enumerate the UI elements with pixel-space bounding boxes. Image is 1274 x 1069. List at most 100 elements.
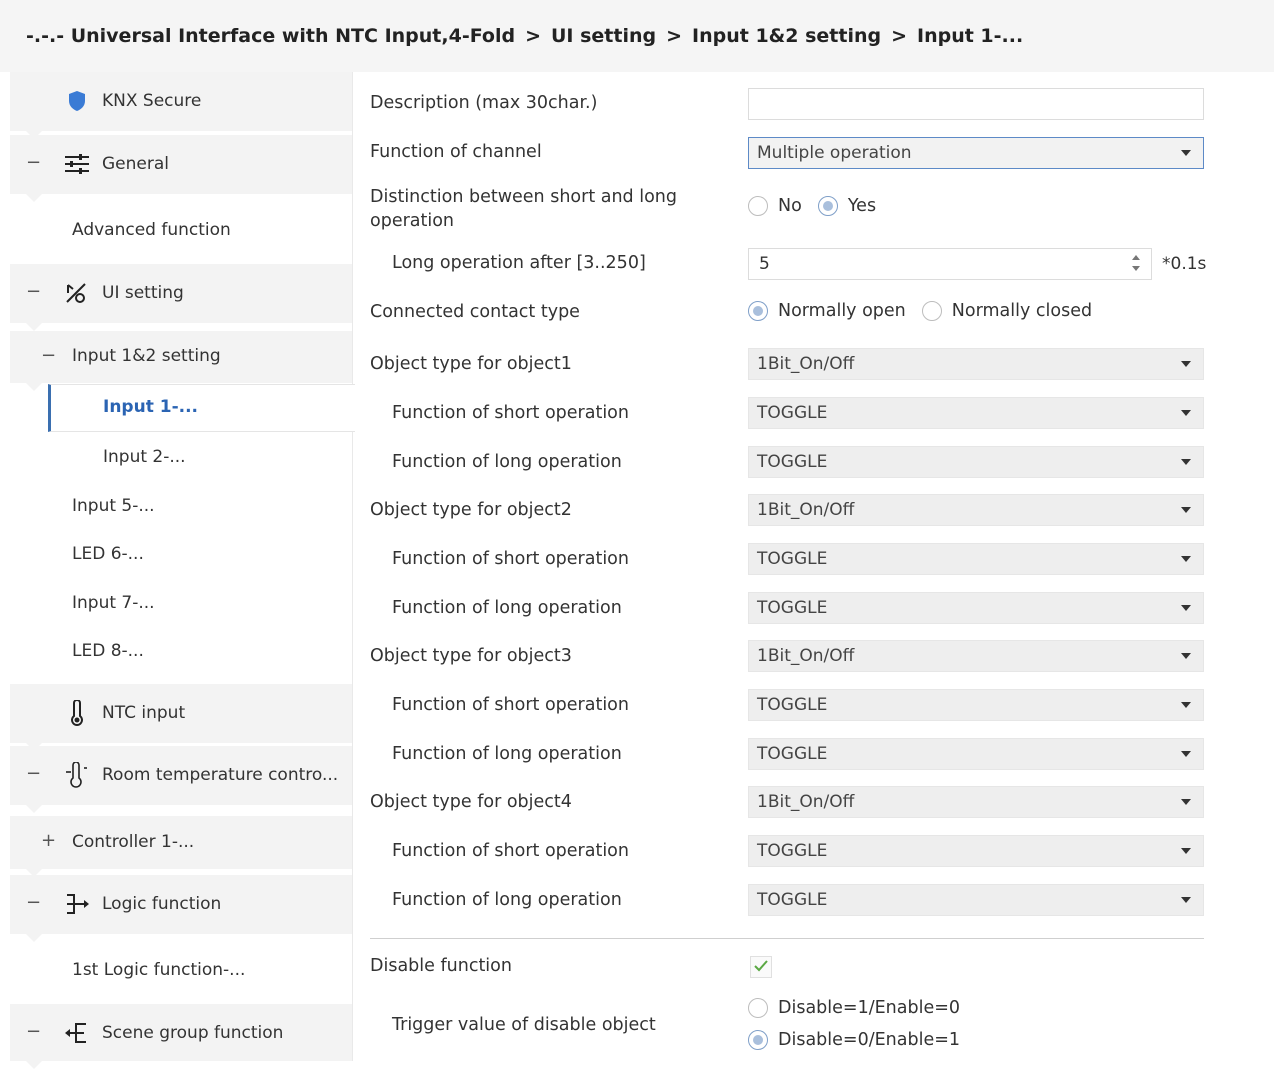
distinction-radio-group: No Yes — [748, 196, 892, 216]
sliders-icon — [64, 151, 90, 177]
short-operation-label: Function of short operation — [392, 695, 629, 715]
function-of-channel-select[interactable]: Multiple operation — [748, 137, 1204, 169]
chevron-down-icon — [1181, 751, 1191, 757]
short-operation-label: Function of short operation — [392, 841, 629, 861]
sidebar-item-label: Input 1&2 setting — [72, 346, 221, 366]
trigger-value-label: Trigger value of disable object — [392, 1015, 656, 1035]
sidebar-item-label: Input 1-... — [103, 397, 199, 417]
radio-circle — [748, 196, 768, 216]
parameter-panel: Description (max 30char.) Function of ch… — [352, 72, 1274, 1061]
select-value: TOGGLE — [757, 695, 828, 715]
sidebar-item-general[interactable]: − General — [10, 135, 352, 202]
object2-type-select[interactable]: 1Bit_On/Off — [748, 494, 1204, 526]
shield-icon — [64, 88, 90, 114]
collapse-toggle[interactable]: − — [26, 281, 41, 302]
expand-toggle[interactable]: + — [41, 830, 56, 851]
section-divider — [370, 938, 1204, 939]
chevron-down-icon — [1181, 702, 1191, 708]
normally-open-radio[interactable]: Normally open — [748, 301, 906, 321]
sidebar-item-input-1[interactable]: Input 1-... — [48, 384, 355, 432]
short-operation-label: Function of short operation — [392, 549, 629, 569]
object2-long-operation-select[interactable]: TOGGLE — [748, 592, 1204, 624]
collapse-toggle[interactable]: − — [26, 892, 41, 913]
breadcrumb-item-ui-setting[interactable]: UI setting — [551, 25, 656, 47]
description-label: Description (max 30char.) — [370, 93, 598, 113]
stepper-arrows[interactable] — [1131, 253, 1141, 275]
object2-short-operation-select[interactable]: TOGGLE — [748, 543, 1204, 575]
object4-type-select[interactable]: 1Bit_On/Off — [748, 786, 1204, 818]
object-type-label: Object type for object1 — [370, 354, 572, 374]
sidebar-item-knx-secure[interactable]: KNX Secure — [10, 72, 352, 139]
sidebar-item-input-7[interactable]: Input 7-... — [10, 581, 352, 627]
chevron-down-icon — [1181, 507, 1191, 513]
chevron-down-icon — [1181, 799, 1191, 805]
breadcrumb-separator: > — [891, 25, 908, 47]
object3-long-operation-select[interactable]: TOGGLE — [748, 738, 1204, 770]
sidebar-item-label: Room temperature contro... — [102, 765, 339, 785]
radio-circle — [748, 998, 768, 1018]
function-of-channel-label: Function of channel — [370, 142, 542, 162]
long-operation-label: Long operation after [3..250] — [392, 253, 646, 273]
collapse-toggle[interactable]: − — [26, 763, 41, 784]
sidebar-item-ntc-input[interactable]: NTC input — [10, 684, 352, 751]
object3-short-operation-select[interactable]: TOGGLE — [748, 689, 1204, 721]
object-type-label: Object type for object3 — [370, 646, 572, 666]
sidebar-item-label: Input 2-... — [103, 447, 186, 467]
chevron-down-icon — [1181, 653, 1191, 659]
sidebar-item-scene-group[interactable]: − Scene group function — [10, 1004, 352, 1069]
object4-short-operation-select[interactable]: TOGGLE — [748, 835, 1204, 867]
sidebar-item-input-5[interactable]: Input 5-... — [10, 484, 352, 530]
sidebar-item-controller-1[interactable]: + Controller 1-... — [10, 816, 352, 877]
sidebar-item-led-6[interactable]: LED 6-... — [10, 532, 352, 578]
collapse-toggle[interactable]: − — [26, 1021, 41, 1042]
sidebar-item-logic-function[interactable]: − Logic function — [10, 875, 352, 942]
select-value: Multiple operation — [757, 143, 912, 163]
radio-circle — [748, 1030, 768, 1050]
sidebar-item-input-1-2-setting[interactable]: − Input 1&2 setting — [10, 331, 352, 391]
chevron-down-icon[interactable] — [1132, 266, 1140, 271]
radio-label: Yes — [847, 196, 877, 216]
object-type-label: Object type for object4 — [370, 792, 572, 812]
select-value: TOGGLE — [757, 549, 828, 569]
sidebar-item-input-2[interactable]: Input 2-... — [10, 435, 352, 481]
chevron-up-icon[interactable] — [1132, 255, 1140, 260]
long-operation-stepper[interactable]: 5 — [748, 248, 1152, 280]
distinction-yes-radio[interactable]: Yes — [817, 196, 877, 216]
disable-function-checkbox[interactable] — [750, 956, 772, 978]
long-operation-function-label: Function of long operation — [392, 744, 622, 764]
sidebar-item-1st-logic-function[interactable]: 1st Logic function-... — [10, 946, 352, 996]
select-value: TOGGLE — [757, 598, 828, 618]
contact-type-radio-group: Normally open Normally closed — [748, 301, 1108, 321]
object1-type-select[interactable]: 1Bit_On/Off — [748, 348, 1204, 380]
trigger-disable1-radio[interactable]: Disable=1/Enable=0 — [748, 998, 960, 1018]
collapse-toggle[interactable]: − — [41, 345, 56, 366]
stepper-value: 5 — [759, 254, 770, 274]
radio-circle — [748, 301, 768, 321]
select-value: 1Bit_On/Off — [757, 646, 855, 666]
radio-circle — [921, 301, 942, 321]
object4-long-operation-select[interactable]: TOGGLE — [748, 884, 1204, 916]
sidebar-item-advanced-function[interactable]: Advanced function — [10, 206, 352, 256]
sidebar-item-ui-setting[interactable]: − UI setting — [10, 264, 352, 331]
breadcrumb-item-input-setting[interactable]: Input 1&2 setting — [692, 25, 881, 47]
select-value: TOGGLE — [757, 841, 828, 861]
sidebar-item-led-8[interactable]: LED 8-... — [10, 629, 352, 675]
object1-long-operation-select[interactable]: TOGGLE — [748, 446, 1204, 478]
radio-label: Normally closed — [951, 301, 1093, 321]
object1-short-operation-select[interactable]: TOGGLE — [748, 397, 1204, 429]
description-input[interactable] — [748, 88, 1204, 120]
object3-type-select[interactable]: 1Bit_On/Off — [748, 640, 1204, 672]
chevron-down-icon — [1181, 605, 1191, 611]
sidebar-item-label: 1st Logic function-... — [72, 960, 246, 980]
distinction-no-radio[interactable]: No — [748, 196, 802, 216]
trigger-disable0-radio[interactable]: Disable=0/Enable=1 — [748, 1030, 960, 1050]
checkmark-icon — [753, 958, 769, 977]
breadcrumb-separator: > — [525, 25, 541, 47]
collapse-toggle[interactable]: − — [26, 152, 41, 173]
sidebar-item-room-temperature[interactable]: − Room temperature contro... — [10, 746, 352, 813]
select-value: 1Bit_On/Off — [757, 792, 855, 812]
select-value: TOGGLE — [757, 744, 828, 764]
breadcrumb-item-device[interactable]: -.-.- Universal Interface with NTC Input… — [26, 25, 515, 47]
sidebar-item-label: General — [102, 154, 169, 174]
normally-closed-radio[interactable]: Normally closed — [921, 301, 1093, 321]
